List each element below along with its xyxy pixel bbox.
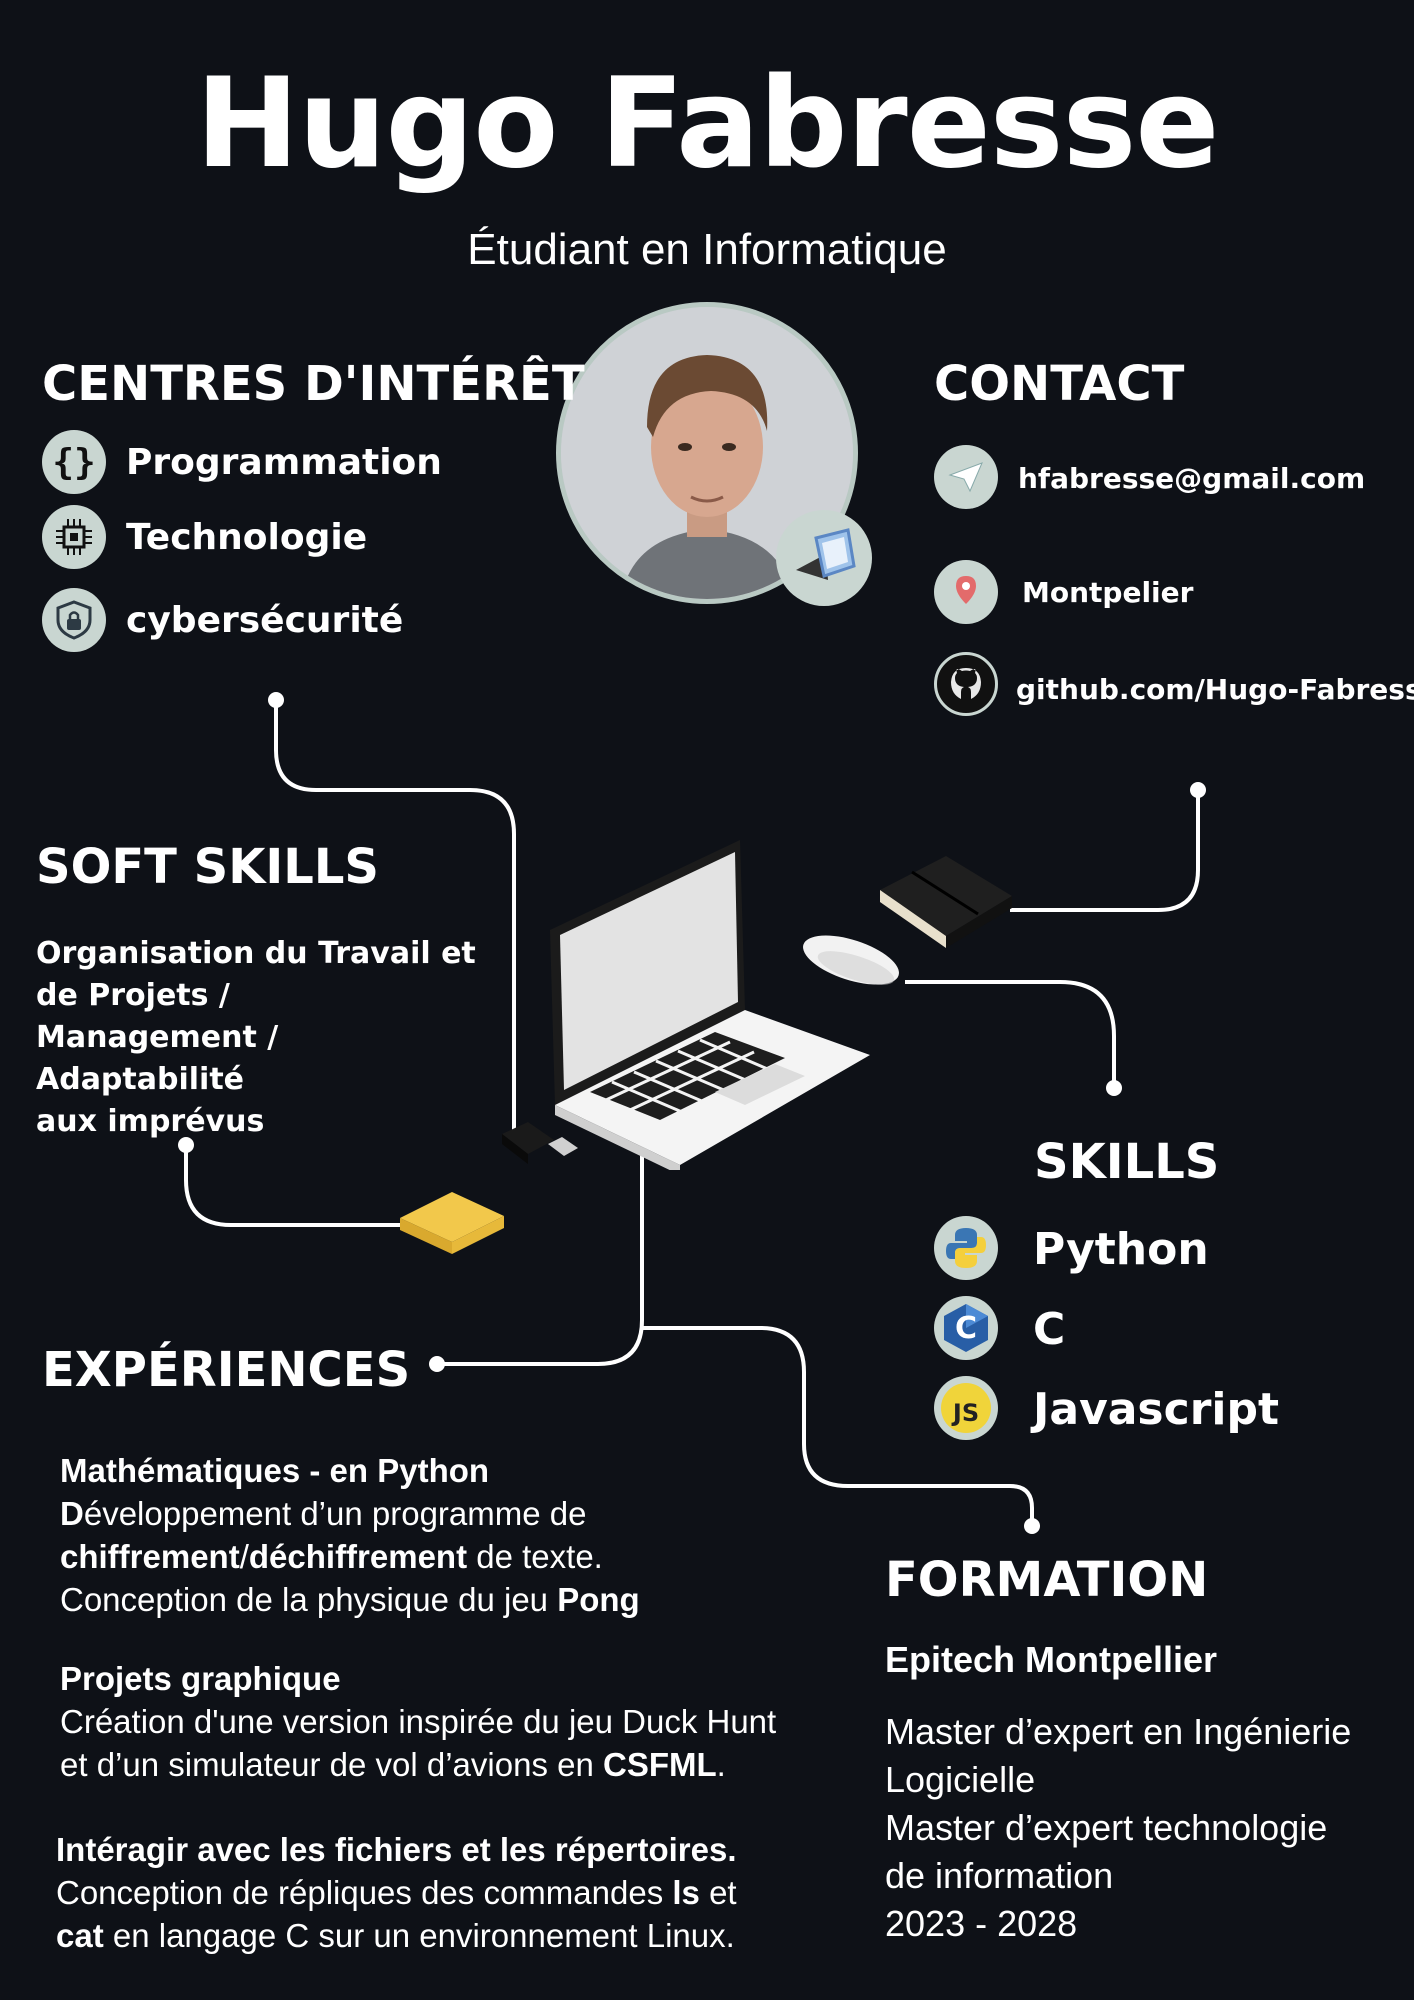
skill-label: C (1033, 1304, 1066, 1355)
svg-text:C: C (955, 1311, 977, 1346)
formation-line: Logicielle (885, 1759, 1036, 1800)
experience-text: D (60, 1495, 84, 1532)
experience-text: chiffrement (60, 1538, 240, 1575)
formation-heading: FORMATION (885, 1552, 1209, 1608)
sticky-note-icon (400, 1192, 504, 1254)
soft-skills-text: Organisation du Travail et de Projets / … (36, 933, 476, 1143)
experience-item-c: Intéragir avec les fichiers et les réper… (56, 1828, 846, 1957)
formation-line: Master d’expert technologie (885, 1807, 1328, 1848)
experience-text: éveloppement d’un programme de (83, 1495, 587, 1532)
notebook-icon (880, 856, 1012, 948)
skills-heading: SKILLS (1034, 1134, 1220, 1190)
experience-title: Intéragir avec les fichiers et les réper… (56, 1831, 737, 1868)
experience-text: de texte. (467, 1538, 603, 1575)
experience-text: et d’un simulateur de vol d’avions en (60, 1746, 603, 1783)
experience-item-python: Mathématiques - en Python Développement … (60, 1449, 850, 1621)
python-icon (934, 1216, 998, 1280)
skill-label: Javascript (1033, 1384, 1280, 1435)
experience-text: Création d'une version inspirée du jeu D… (60, 1703, 777, 1740)
formation-line: Master d’expert en Ingénierie (885, 1711, 1352, 1752)
formation-line: de information (885, 1855, 1114, 1896)
experience-title: Projets graphique (60, 1660, 341, 1697)
experience-text: . (716, 1746, 726, 1783)
experience-item-graphics: Projets graphique Création d'une version… (60, 1657, 850, 1786)
usb-drive-icon (502, 1122, 578, 1164)
experience-text: Conception de la physique du jeu (60, 1581, 558, 1618)
experience-title: Mathématiques - en Python (60, 1452, 490, 1489)
soft-skills-heading: SOFT SKILLS (36, 839, 379, 895)
experience-text: ls (672, 1874, 700, 1911)
c-language-icon: C (934, 1296, 998, 1360)
experience-text: Conception de répliques des commandes (56, 1874, 673, 1911)
laptop-icon (550, 840, 870, 1170)
school-name: Epitech Montpellier (885, 1639, 1218, 1680)
experience-text: et (699, 1874, 737, 1911)
soft-skills-line: de Projets / (36, 978, 230, 1013)
experience-text: en langage C sur un environnement Linux. (103, 1917, 735, 1954)
experience-text: cat (56, 1917, 104, 1954)
experiences-heading: EXPÉRIENCES (42, 1342, 411, 1398)
formation-details: Epitech Montpellier Master d’expert en I… (885, 1636, 1405, 1948)
soft-skills-line: Management / Adaptabilité (36, 1020, 279, 1097)
experience-text: Pong (557, 1581, 640, 1618)
experience-text: / (239, 1538, 249, 1575)
javascript-icon: JS (934, 1376, 998, 1440)
soft-skills-line: Organisation du Travail et (36, 936, 476, 971)
experience-text: CSFML (603, 1746, 717, 1783)
soft-skills-line: aux imprévus (36, 1104, 265, 1139)
experience-text: déchiffrement (248, 1538, 468, 1575)
formation-dates: 2023 - 2028 (885, 1903, 1078, 1944)
skill-label: Python (1033, 1224, 1209, 1275)
